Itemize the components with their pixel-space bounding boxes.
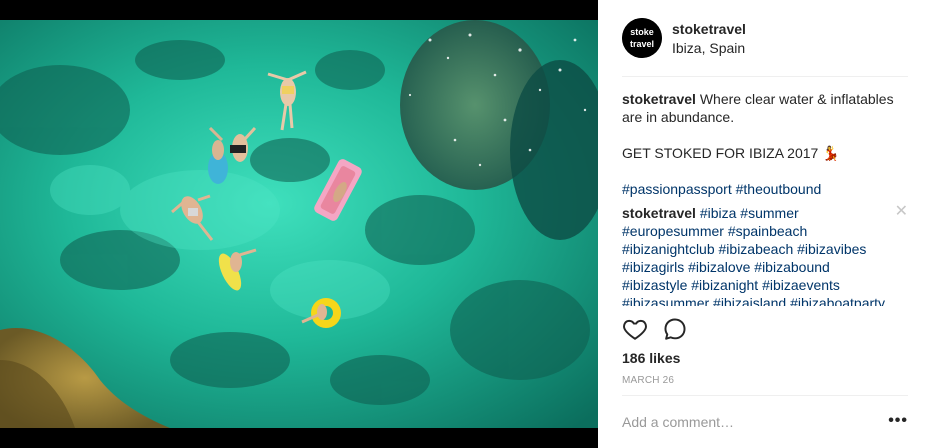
comments-list[interactable]: stoketravel Where clear water & inflatab… bbox=[622, 90, 912, 306]
avatar-text-top: stoke bbox=[630, 27, 654, 37]
post-username[interactable]: stoketravel bbox=[672, 21, 746, 37]
add-comment-input[interactable] bbox=[622, 410, 872, 434]
heart-icon[interactable] bbox=[622, 316, 648, 342]
action-bar bbox=[622, 316, 902, 342]
close-icon[interactable]: ✕ bbox=[895, 204, 908, 220]
post-sidebar: stoke travel stoketravel Ibiza, Spain st… bbox=[598, 0, 932, 448]
post-header: stoke travel stoketravel Ibiza, Spain bbox=[598, 0, 932, 76]
caption-username[interactable]: stoketravel bbox=[622, 91, 696, 107]
post-location[interactable]: Ibiza, Spain bbox=[672, 40, 745, 56]
divider bbox=[622, 395, 908, 396]
likes-count[interactable]: 186 likes bbox=[622, 350, 680, 366]
avatar-text-bottom: travel bbox=[630, 39, 654, 49]
caption: stoketravel Where clear water & inflatab… bbox=[622, 90, 912, 198]
avatar[interactable]: stoke travel bbox=[622, 18, 662, 58]
post-date[interactable]: MARCH 26 bbox=[622, 375, 674, 386]
divider bbox=[622, 76, 908, 77]
caption-line2: GET STOKED FOR IBIZA 2017 💃 bbox=[622, 145, 840, 161]
more-options-icon[interactable]: ••• bbox=[888, 413, 908, 429]
post-photo-pane bbox=[0, 0, 598, 448]
speech-bubble-icon[interactable] bbox=[662, 316, 688, 342]
list-item: ✕ stoketravel #ibiza #summer #europesumm… bbox=[622, 204, 912, 307]
caption-hashtags[interactable]: #passionpassport #theoutbound bbox=[622, 180, 912, 198]
comment-username[interactable]: stoketravel bbox=[622, 205, 696, 221]
post-photo bbox=[0, 0, 598, 448]
